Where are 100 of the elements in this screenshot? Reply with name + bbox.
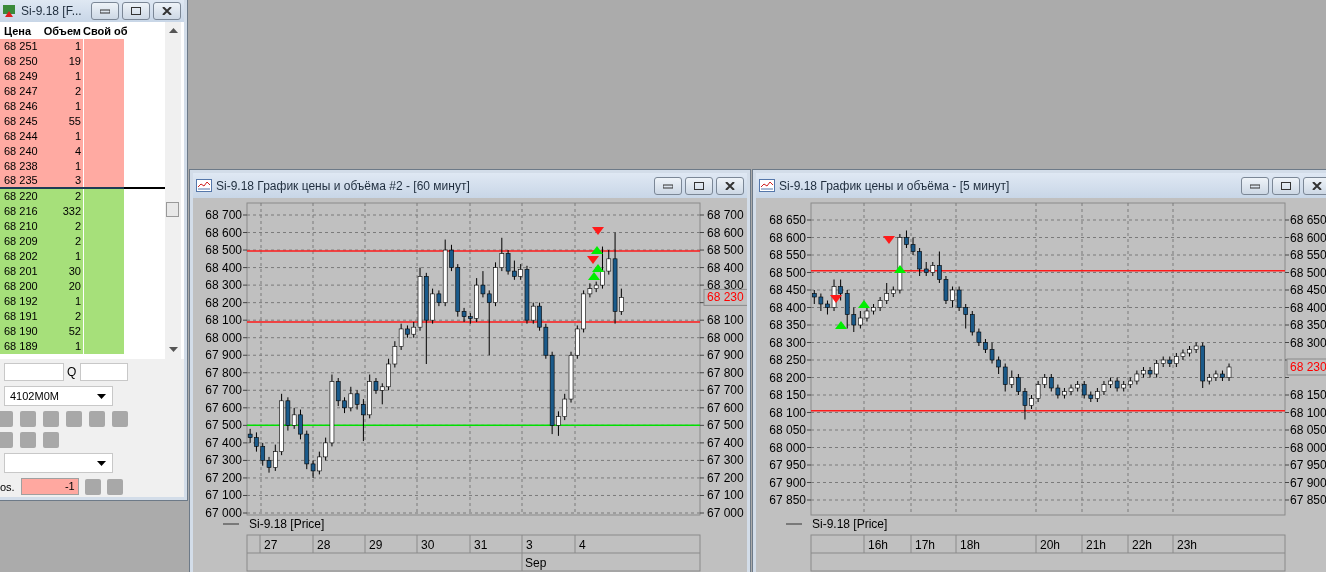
volume-cell-text: 1 xyxy=(73,249,82,264)
y-axis-label: 68 600 xyxy=(205,225,242,240)
x-axis-label: 23h xyxy=(1177,538,1198,552)
volume-cell-text: 20 xyxy=(67,279,82,294)
y-axis-label: 68 100 xyxy=(769,405,806,420)
y-axis-label: 68 100 xyxy=(1290,405,1326,420)
column-header[interactable]: Цена xyxy=(0,24,42,37)
y-axis-label: 68 000 xyxy=(769,440,806,455)
window-title: Si-9.18 График цены и объёма - [5 минут] xyxy=(779,178,1011,193)
price-cell-text: 68 250 xyxy=(3,54,39,69)
x-axis-label: 31 xyxy=(474,538,488,552)
price-cell-text: 68 189 xyxy=(3,339,39,354)
y-axis-label: 68 450 xyxy=(769,283,806,297)
volume-cell-text: 55 xyxy=(67,114,82,129)
order-book-row[interactable]: 68 189 1 xyxy=(0,339,124,354)
x-axis-label: 22h xyxy=(1132,538,1153,552)
y-axis-label: 68 550 xyxy=(769,248,806,262)
position-field[interactable]: -1 xyxy=(20,478,79,495)
y-axis-label: 68 250 xyxy=(769,353,806,367)
order-book-row[interactable]: 68 251 1 xyxy=(0,39,124,54)
y-axis-label: 68 100 xyxy=(205,313,242,328)
volume-cell-text: 2 xyxy=(73,84,82,99)
window-title: Si-9.18 График цены и объёма #2 - [60 минут] xyxy=(216,178,471,193)
y-axis-label: 67 900 xyxy=(205,348,242,363)
column-header[interactable]: Объем xyxy=(42,24,83,37)
y-axis-label: 67 850 xyxy=(1290,493,1326,507)
y-axis-label: 67 300 xyxy=(707,453,744,468)
order-book-row[interactable]: 68 210 2 xyxy=(0,219,124,234)
y-axis-label: 68 050 xyxy=(769,423,806,437)
price-cell-text: 68 238 xyxy=(3,159,39,174)
order-book-row[interactable]: 68 192 1 xyxy=(0,294,124,309)
volume-cell-text: 1 xyxy=(73,339,82,354)
y-axis-label: 68 000 xyxy=(1290,440,1326,455)
y-axis-label: 68 650 xyxy=(1290,213,1326,227)
y-axis-label: 67 000 xyxy=(707,506,744,520)
x-axis-label: 18h xyxy=(960,538,981,552)
order-book-row[interactable]: 68 247 2 xyxy=(0,84,124,99)
order-book-row[interactable]: 68 190 52 xyxy=(0,324,124,339)
volume-cell-text: 52 xyxy=(67,324,82,339)
volume-cell-text: 1 xyxy=(73,294,82,309)
y-axis-label: 67 800 xyxy=(707,365,744,380)
price-cell-text: 68 200 xyxy=(3,279,39,294)
y-axis-label: 68 300 xyxy=(1290,335,1326,350)
x-axis-label: 27 xyxy=(264,538,278,552)
order-book-row[interactable]: 68 201 30 xyxy=(0,264,124,279)
account-dropdown[interactable]: 4102M0M xyxy=(4,386,113,406)
order-book-row[interactable]: 68 246 1 xyxy=(0,99,124,114)
order-book-row[interactable]: 68 209 2 xyxy=(0,234,124,249)
y-axis-label: 68 350 xyxy=(1290,318,1326,332)
y-axis-label: 68 350 xyxy=(769,318,806,332)
y-axis-label: 67 950 xyxy=(1290,458,1326,472)
price-cell-text: 68 202 xyxy=(3,249,39,264)
order-book-row[interactable]: 68 238 1 xyxy=(0,159,124,174)
order-book-row[interactable]: 68 249 1 xyxy=(0,69,124,84)
price-cell-text: 68 249 xyxy=(3,69,39,84)
x-axis-label: 3 xyxy=(526,538,533,552)
price-cell-text: 68 201 xyxy=(3,264,39,279)
y-axis-label: 68 150 xyxy=(769,388,806,402)
order-book-row[interactable]: 68 235 3 xyxy=(0,174,124,189)
order-book-row[interactable]: 68 191 2 xyxy=(0,309,124,324)
y-axis-label: 68 100 xyxy=(707,313,744,328)
order-book-row[interactable]: 68 240 4 xyxy=(0,144,124,159)
y-axis-label: 68 000 xyxy=(205,330,242,345)
volume-cell-text: 4 xyxy=(73,144,82,159)
y-axis-label: 68 600 xyxy=(769,230,806,245)
y-axis-label: 68 400 xyxy=(1290,300,1326,315)
volume-cell-text: 332 xyxy=(61,204,82,219)
price-cell-text: 68 244 xyxy=(3,129,39,144)
order-book-row[interactable]: 68 245 55 xyxy=(0,114,124,129)
price-cell-text: 68 245 xyxy=(3,114,39,129)
order-book-row[interactable]: 68 202 1 xyxy=(0,249,124,264)
y-axis-label: 67 850 xyxy=(769,493,806,507)
order-book-row[interactable]: 68 250 19 xyxy=(0,54,124,69)
y-axis-label: 68 400 xyxy=(707,260,744,275)
y-axis-label: 67 400 xyxy=(205,435,242,450)
y-axis-label: 68 500 xyxy=(769,265,806,280)
y-axis-label: 68 650 xyxy=(769,213,806,227)
y-axis-label: 67 000 xyxy=(205,506,242,520)
y-axis-label: 68 500 xyxy=(205,243,242,258)
order-book-row[interactable]: 68 244 1 xyxy=(0,129,124,144)
y-axis-label: 67 100 xyxy=(707,488,744,503)
y-axis-label: 68 000 xyxy=(707,330,744,345)
price-cell-text: 68 251 xyxy=(3,39,39,54)
y-axis-label: 68 450 xyxy=(1290,283,1326,297)
y-axis-label: 67 400 xyxy=(707,435,744,450)
x-axis-label: 29 xyxy=(369,538,383,552)
price-cell-text: 68 240 xyxy=(3,144,39,159)
volume-cell-text: 3 xyxy=(73,173,82,188)
volume-cell-text: 2 xyxy=(73,309,82,324)
price-cell-text: 68 220 xyxy=(3,189,39,204)
x-axis-label: 30 xyxy=(421,538,435,552)
y-axis-label: 68 300 xyxy=(769,335,806,350)
y-axis-label: 67 900 xyxy=(1290,475,1326,490)
order-book-row[interactable]: 68 200 20 xyxy=(0,279,124,294)
y-axis-label: 67 600 xyxy=(707,400,744,415)
price-cell-text: 68 235 xyxy=(3,173,39,188)
y-axis-label: 68 550 xyxy=(1290,248,1326,262)
order-book-row[interactable]: 68 216 332 xyxy=(0,204,124,219)
order-book-row[interactable]: 68 220 2 xyxy=(0,189,124,204)
y-axis-label: 67 950 xyxy=(769,458,806,472)
